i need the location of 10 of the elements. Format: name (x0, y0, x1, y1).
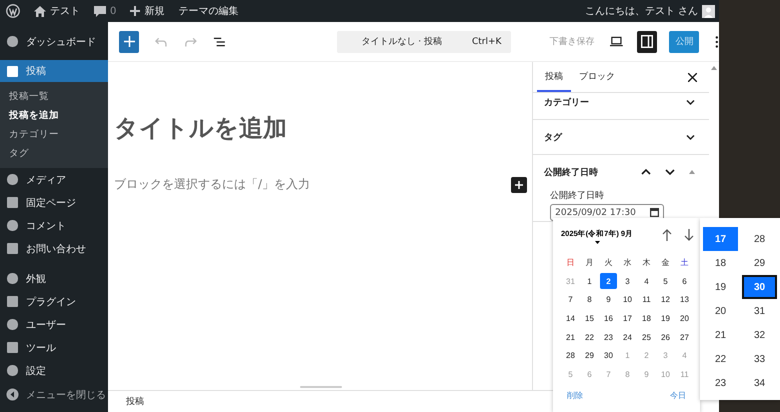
field-label: 公開終了日時 (550, 190, 606, 202)
weekday-label: 火 (604, 256, 614, 269)
weekday-label: 水 (622, 256, 632, 269)
weekday-label: 日 (566, 256, 576, 269)
weekday-label: 月 (584, 256, 594, 269)
weekday-label: 土 (680, 256, 690, 269)
shortcut-hint: Ctrl+K (472, 36, 502, 46)
weekday-label: 金 (660, 256, 670, 269)
document-title: タイトルなし · 投稿 (361, 36, 442, 48)
weekday-label: 木 (642, 256, 652, 269)
